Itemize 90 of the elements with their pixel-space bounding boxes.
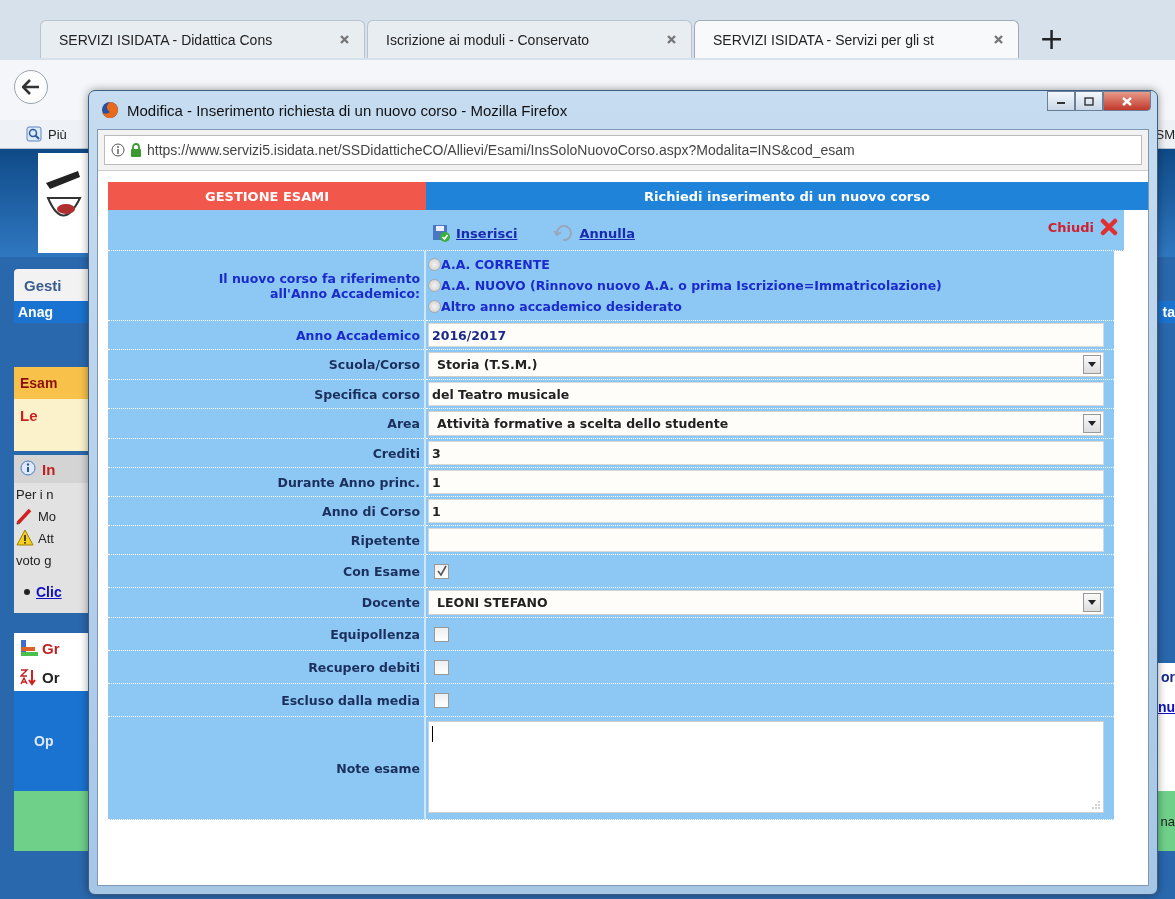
text-area[interactable] [428,721,1104,813]
bookmark-link[interactable]: Più [48,126,67,142]
pencil-icon [16,507,34,525]
field-label: Con Esame [108,555,426,588]
checkbox[interactable] [434,659,449,675]
back-button[interactable] [14,70,48,104]
radio-button[interactable] [428,300,441,313]
page-text: voto g [16,552,52,568]
link[interactable]: Clic [36,584,62,600]
field-label: Specifica corso [108,380,426,409]
page-text: or [1161,669,1175,685]
undo-icon [553,224,574,242]
option-label: A.A. CORRENTE [441,257,550,272]
dropdown[interactable]: Storia (T.S.M.) [428,352,1104,377]
page-text: Mo [38,508,57,524]
dropdown-arrow-icon [1088,600,1096,605]
lock-icon [130,143,142,157]
search-icon [26,126,42,142]
info-icon [20,460,38,478]
field-label: Durante Anno princ. [108,468,426,497]
logo-icon [38,153,88,253]
page-text: Op [34,733,54,749]
option-label: Altro anno accademico desiderato [441,299,682,314]
field-label: Crediti [108,439,426,468]
page-text: Gr [42,639,60,657]
minimize-button[interactable] [1047,91,1075,111]
checkbox[interactable] [434,626,449,642]
field-label: Equipollenza [108,618,426,651]
close-icon [1100,218,1118,236]
input-field[interactable]: 1 [428,499,1104,523]
input-field[interactable]: 1 [428,470,1104,494]
radio-button[interactable] [428,258,441,271]
close-button[interactable] [1103,91,1151,111]
window-title: Modifica - Inserimento richiesta di un nuovo corso - Mozilla Firefox [127,101,569,119]
close-icon [339,34,350,45]
field-label: Note esame [108,717,426,820]
page-text: na [1160,813,1175,829]
browser-tab[interactable]: SERVIZI ISIDATA - Didattica Cons [40,20,365,58]
field-label: Docente [108,588,426,618]
page-text: Le [20,407,38,424]
page-text: Esam [20,375,58,391]
link[interactable]: nu [1157,699,1175,715]
checkbox[interactable] [434,563,449,579]
page-heading: Richiedi inserimento di un nuovo corso [426,182,1148,210]
dropdown-arrow-icon [1088,362,1096,367]
dropdown-arrow-icon [1088,421,1096,426]
close-icon [1121,95,1133,107]
warning-icon [16,529,34,547]
page-text: In [42,460,56,478]
page-text: Or [42,668,60,686]
maximize-icon [1084,96,1094,106]
address-bar[interactable]: https://www.servizi5.isidata.net/SSDidatticheCO/Allievi/Esami/InsSoloNuovoCorso.aspx?Modalita=INS&cod_esam [104,135,1142,165]
dropdown[interactable]: Attività formative a scelta dello studente [428,411,1104,436]
info-icon [111,143,125,157]
close-icon [993,34,1004,45]
field-label: Ripetente [108,526,426,555]
dropdown[interactable]: LEONI STEFANO [428,590,1104,615]
chart-icon [20,639,38,657]
browser-tab[interactable]: SERVIZI ISIDATA - Servizi per gli st [694,20,1019,58]
sort-icon [20,668,38,686]
maximize-button[interactable] [1075,91,1103,111]
section-title: GESTIONE ESAMI [108,182,426,210]
close-icon [666,34,677,45]
input-field[interactable] [428,528,1104,552]
field-label: Anno Accademico [108,321,426,350]
back-arrow-icon [22,79,40,95]
field-label: Il nuovo corso fa riferimento all'Anno Accademico: [108,251,426,321]
field-label: Anno di Corso [108,497,426,526]
field-label: Recupero debiti [108,651,426,684]
save-icon [432,224,450,242]
input-field[interactable]: 2016/2017 [428,323,1104,347]
page-text: Per i n [16,486,54,502]
page-text: Att [38,530,54,546]
field-label: Escluso dalla media [108,684,426,717]
insert-link[interactable]: Inserisci [432,224,518,242]
input-field[interactable]: del Teatro musicale [428,382,1104,406]
field-label: Area [108,409,426,439]
input-field[interactable]: 3 [428,441,1104,465]
field-label: Scuola/Corso [108,350,426,380]
resize-grip-icon [1092,801,1100,809]
bullet-icon [24,589,30,595]
checkbox[interactable] [434,692,449,708]
browser-logo-icon [101,101,119,119]
page-text: ta [1162,304,1175,320]
new-tab-button[interactable]: + [1031,24,1073,54]
radio-button[interactable] [428,279,441,292]
option-label: A.A. NUOVO (Rinnovo nuovo A.A. o prima Iscrizione=Immatricolazione) [441,278,942,293]
browser-tab[interactable]: Iscrizione ai moduli - Conservato [367,20,692,58]
tab-label: Anag [14,301,88,323]
cancel-link[interactable]: Annulla [553,224,635,242]
